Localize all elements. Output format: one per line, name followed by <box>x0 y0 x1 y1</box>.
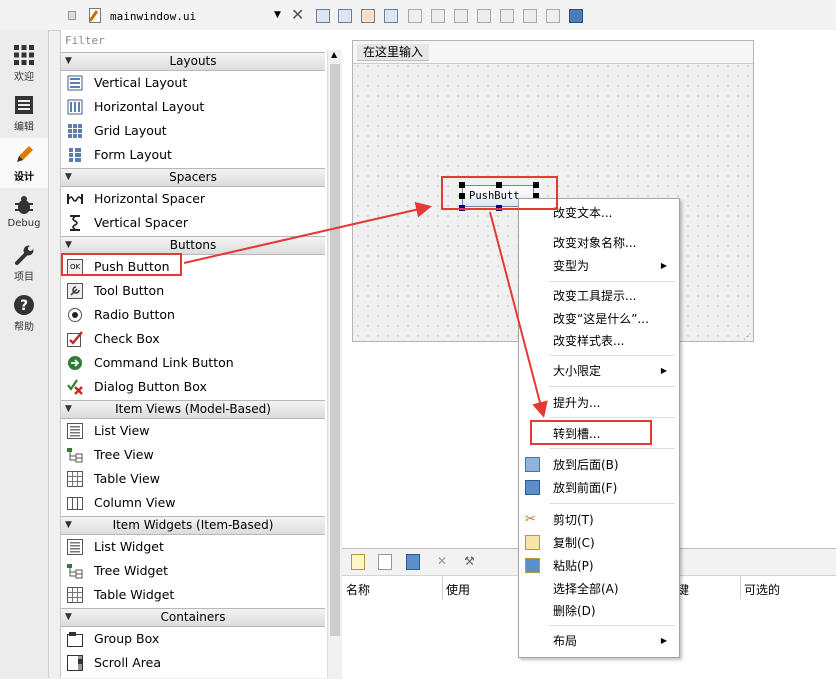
annotation-arrows <box>183 201 548 418</box>
annotation-arrow <box>489 211 548 418</box>
annotation-arrow <box>183 201 432 264</box>
